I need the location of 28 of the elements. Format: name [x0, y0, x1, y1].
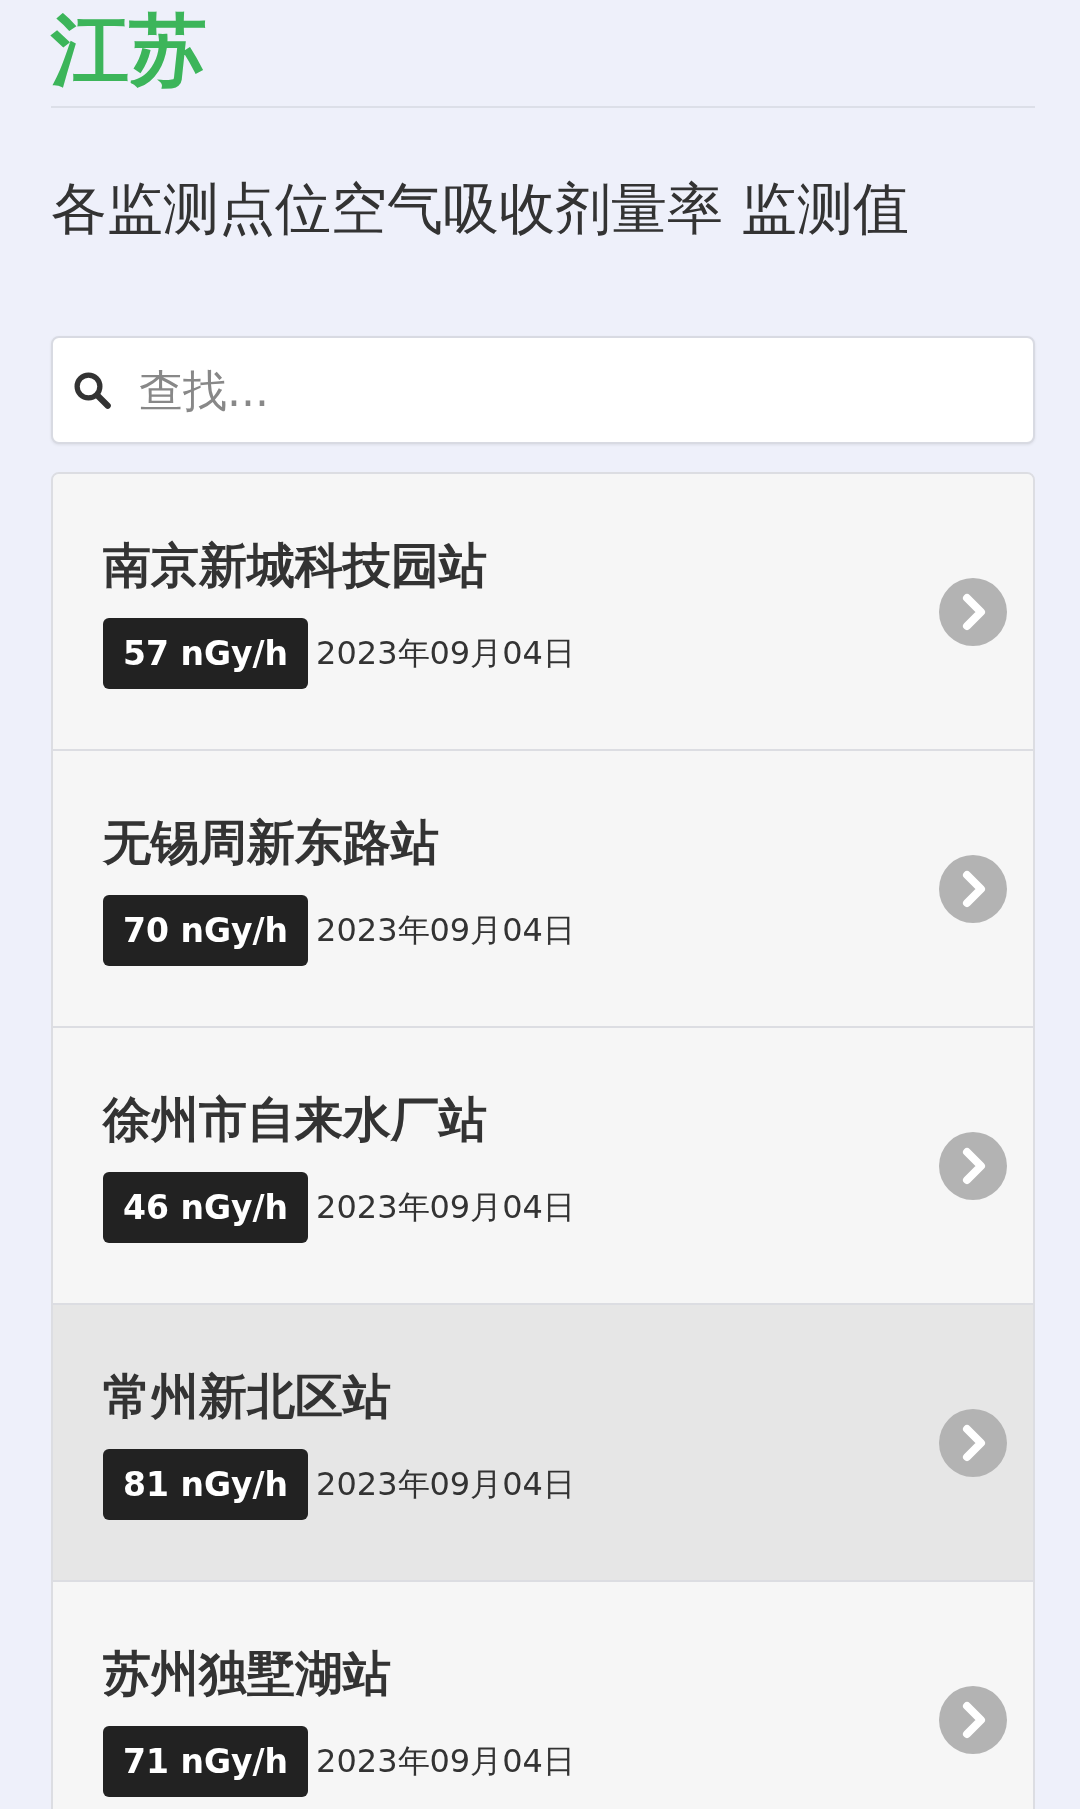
page-heading: 各监测点位空气吸收剂量率 监测值 [51, 175, 909, 243]
station-item[interactable]: 常州新北区站 81 nGy/h 2023年09月04日 [53, 1305, 1033, 1582]
station-item[interactable]: 无锡周新东路站 70 nGy/h 2023年09月04日 [53, 751, 1033, 1028]
dose-rate-badge: 46 nGy/h [103, 1172, 309, 1243]
station-name: 南京新城科技园站 [103, 536, 487, 595]
dose-rate-badge: 71 nGy/h [103, 1726, 309, 1797]
dose-rate-badge: 81 nGy/h [103, 1449, 309, 1520]
chevron-right-icon [939, 1131, 1007, 1200]
measure-date: 2023年09月04日 [316, 632, 575, 674]
region-title: 江苏 [51, 4, 207, 97]
measure-date: 2023年09月04日 [316, 1740, 575, 1782]
station-name: 徐州市自来水厂站 [103, 1090, 487, 1149]
dose-rate-badge: 57 nGy/h [103, 618, 309, 689]
chevron-right-icon [939, 1408, 1007, 1477]
chevron-right-icon [939, 854, 1007, 923]
station-item[interactable]: 南京新城科技园站 57 nGy/h 2023年09月04日 [53, 474, 1033, 751]
station-item[interactable]: 徐州市自来水厂站 46 nGy/h 2023年09月04日 [53, 1028, 1033, 1305]
measure-date: 2023年09月04日 [316, 909, 575, 951]
dose-rate-badge: 70 nGy/h [103, 895, 309, 966]
chevron-right-icon [939, 1685, 1007, 1754]
measure-date: 2023年09月04日 [316, 1463, 575, 1505]
station-name: 无锡周新东路站 [103, 813, 439, 872]
search-field[interactable]: 查找... [51, 336, 1035, 444]
station-item[interactable]: 苏州独墅湖站 71 nGy/h 2023年09月04日 [53, 1582, 1033, 1809]
chevron-right-icon [939, 577, 1007, 646]
station-name: 常州新北区站 [103, 1367, 391, 1426]
measure-date: 2023年09月04日 [316, 1186, 575, 1228]
station-name: 苏州独墅湖站 [103, 1644, 391, 1703]
